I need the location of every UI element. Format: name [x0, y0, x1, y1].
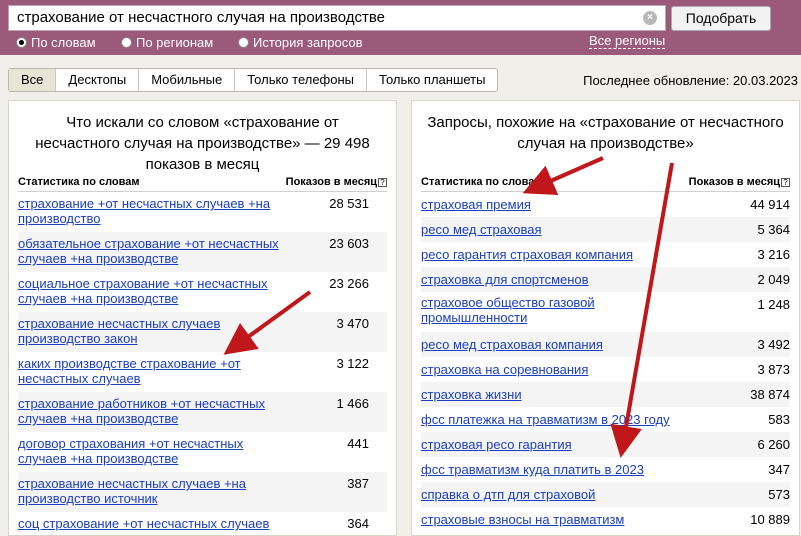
impressions-count: 3 216 — [757, 247, 790, 262]
phrase-link[interactable]: страхование работников +от несчастных сл… — [18, 396, 293, 426]
phrase-link[interactable]: фсс платежка на травматизм в 2023 году — [421, 412, 696, 427]
phrase-link[interactable]: страховые взносы на травматизм — [421, 512, 696, 527]
impressions-count: 364 — [347, 516, 369, 531]
tab-tablets-only[interactable]: Только планшеты — [366, 69, 497, 91]
col-phrase-header: Статистика по словам — [421, 176, 543, 188]
phrase-link[interactable]: обязательное страхование +от несчастных … — [18, 236, 293, 266]
table-row: страховка на соревнования 3 873 — [421, 357, 790, 382]
phrase-link[interactable]: страхование несчастных случаев производс… — [18, 316, 293, 346]
impressions-count: 44 914 — [750, 197, 790, 212]
words-panel: Что искали со словом «страхование от нес… — [8, 100, 397, 536]
tab-mobile[interactable]: Мобильные — [138, 69, 234, 91]
phrase-link[interactable]: страховая ресо гарантия — [421, 437, 696, 452]
tab-phones-only[interactable]: Только телефоны — [234, 69, 366, 91]
impressions-count: 573 — [768, 487, 790, 502]
phrase-link[interactable]: фсс травматизм куда платить в 2023 — [421, 462, 696, 477]
phrase-link[interactable]: социальное страхование +от несчастных сл… — [18, 276, 293, 306]
impressions-count: 3 470 — [336, 316, 369, 331]
mode-history[interactable]: История запросов — [238, 35, 363, 50]
radio-icon[interactable] — [238, 37, 249, 48]
table-row: страховые взносы на травматизм 10 889 — [421, 507, 790, 532]
impressions-count: 441 — [347, 436, 369, 451]
col-count-header: Показов в месяц? — [286, 176, 387, 188]
table-row: страхование работников +от несчастных сл… — [18, 392, 387, 432]
table-row: фсс платежка на травматизм в 2023 году 58… — [421, 407, 790, 432]
col-phrase-header: Статистика по словам — [18, 176, 140, 188]
table-row: страховое общество газовой промышленност… — [421, 292, 790, 332]
impressions-count: 23 603 — [329, 236, 369, 251]
table-row: страхование несчастных случаев +на произ… — [18, 472, 387, 512]
table-row: справка о дтп для страховой 573 — [421, 482, 790, 507]
tab-desktops[interactable]: Десктопы — [55, 69, 138, 91]
help-icon[interactable]: ? — [781, 178, 790, 187]
phrase-link[interactable]: страховка для спортсменов — [421, 272, 696, 287]
table-row: договор страхования +от несчастных случа… — [18, 432, 387, 472]
phrase-link[interactable]: страховое общество газовой промышленност… — [421, 295, 696, 325]
table-row: каких производстве страхование +от несча… — [18, 352, 387, 392]
table-row: фсс травматизм куда платить в 2023 347 — [421, 457, 790, 482]
radio-icon[interactable] — [121, 37, 132, 48]
impressions-count: 3 122 — [336, 356, 369, 371]
impressions-count: 3 873 — [757, 362, 790, 377]
table-row: соц страхование +от несчастных случаев 36… — [18, 512, 387, 535]
phrase-link[interactable]: страховая премия — [421, 197, 696, 212]
table-row: социальное страхование +от несчастных сл… — [18, 272, 387, 312]
impressions-count: 583 — [768, 412, 790, 427]
device-tabs: Все Десктопы Мобильные Только телефоны Т… — [8, 68, 499, 92]
table-row: ресо гарантия страховая компания 3 216 — [421, 242, 790, 267]
table-row: страховка жизни 38 874 — [421, 382, 790, 407]
words-panel-title: Что искали со словом «страхование от нес… — [35, 114, 370, 173]
phrase-link[interactable]: соц страхование +от несчастных случаев — [18, 516, 293, 531]
impressions-count: 1 248 — [757, 297, 790, 312]
impressions-count: 347 — [768, 462, 790, 477]
table-row: ресо мед страховая компания 3 492 — [421, 332, 790, 357]
phrase-link[interactable]: страховка жизни — [421, 387, 696, 402]
impressions-count: 3 492 — [757, 337, 790, 352]
table-row: страховая премия 44 914 — [421, 192, 790, 217]
phrase-link[interactable]: ресо гарантия страховая компания — [421, 247, 696, 262]
mode-by-words[interactable]: По словам — [16, 35, 96, 50]
impressions-count: 10 889 — [750, 512, 790, 527]
table-row: страховая ресо гарантия 6 260 — [421, 432, 790, 457]
impressions-count: 1 466 — [336, 396, 369, 411]
impressions-count: 387 — [347, 476, 369, 491]
radio-checked-icon[interactable] — [16, 37, 27, 48]
table-row: обязательное страхование +от несчастных … — [18, 232, 387, 272]
clear-icon[interactable]: × — [643, 11, 657, 25]
phrase-link[interactable]: договор страхования +от несчастных случа… — [18, 436, 293, 466]
table-row: страхование несчастных случаев производс… — [18, 312, 387, 352]
phrase-link[interactable]: страхование +от несчастных случаев +на п… — [18, 196, 293, 226]
col-count-header: Показов в месяц? — [689, 176, 790, 188]
words-table: Статистика по словам Показов в месяц? ст… — [18, 175, 387, 535]
phrase-link[interactable]: страховка на соревнования — [421, 362, 696, 377]
impressions-count: 2 049 — [757, 272, 790, 287]
phrase-link[interactable]: ресо мед страховая — [421, 222, 696, 237]
impressions-count: 38 874 — [750, 387, 790, 402]
search-input[interactable]: страхование от несчастного случая на про… — [8, 5, 666, 31]
mode-by-regions[interactable]: По регионам — [121, 35, 213, 50]
all-regions-link[interactable]: Все регионы — [589, 34, 666, 49]
table-row: ресо мед страховая 5 364 — [421, 217, 790, 242]
phrase-link[interactable]: каких производстве страхование +от несча… — [18, 356, 293, 386]
search-query[interactable]: страхование от несчастного случая на про… — [17, 9, 385, 26]
tab-all[interactable]: Все — [9, 69, 56, 91]
phrase-link[interactable]: справка о дтп для страховой — [421, 487, 696, 502]
search-button[interactable]: Подобрать — [671, 6, 771, 31]
table-row: страхование +от несчастных случаев +на п… — [18, 192, 387, 232]
similar-table: Статистика по словам Показов в месяц? ст… — [421, 175, 790, 532]
impressions-count: 6 260 — [757, 437, 790, 452]
table-row: страховка для спортсменов 2 049 — [421, 267, 790, 292]
table-header: Статистика по словам Показов в месяц? — [421, 175, 790, 192]
table-header: Статистика по словам Показов в месяц? — [18, 175, 387, 192]
impressions-count: 5 364 — [757, 222, 790, 237]
impressions-count: 23 266 — [329, 276, 369, 291]
impressions-count: 28 531 — [329, 196, 369, 211]
help-icon[interactable]: ? — [378, 178, 387, 187]
search-header: страхование от несчастного случая на про… — [0, 0, 801, 55]
last-updated: Последнее обновление: 20.03.2023 — [583, 73, 798, 88]
similar-panel-title: Запросы, похожие на «страхование от несч… — [427, 114, 784, 152]
phrase-link[interactable]: ресо мед страховая компания — [421, 337, 696, 352]
phrase-link[interactable]: страхование несчастных случаев +на произ… — [18, 476, 293, 506]
similar-panel: Запросы, похожие на «страхование от несч… — [411, 100, 800, 536]
